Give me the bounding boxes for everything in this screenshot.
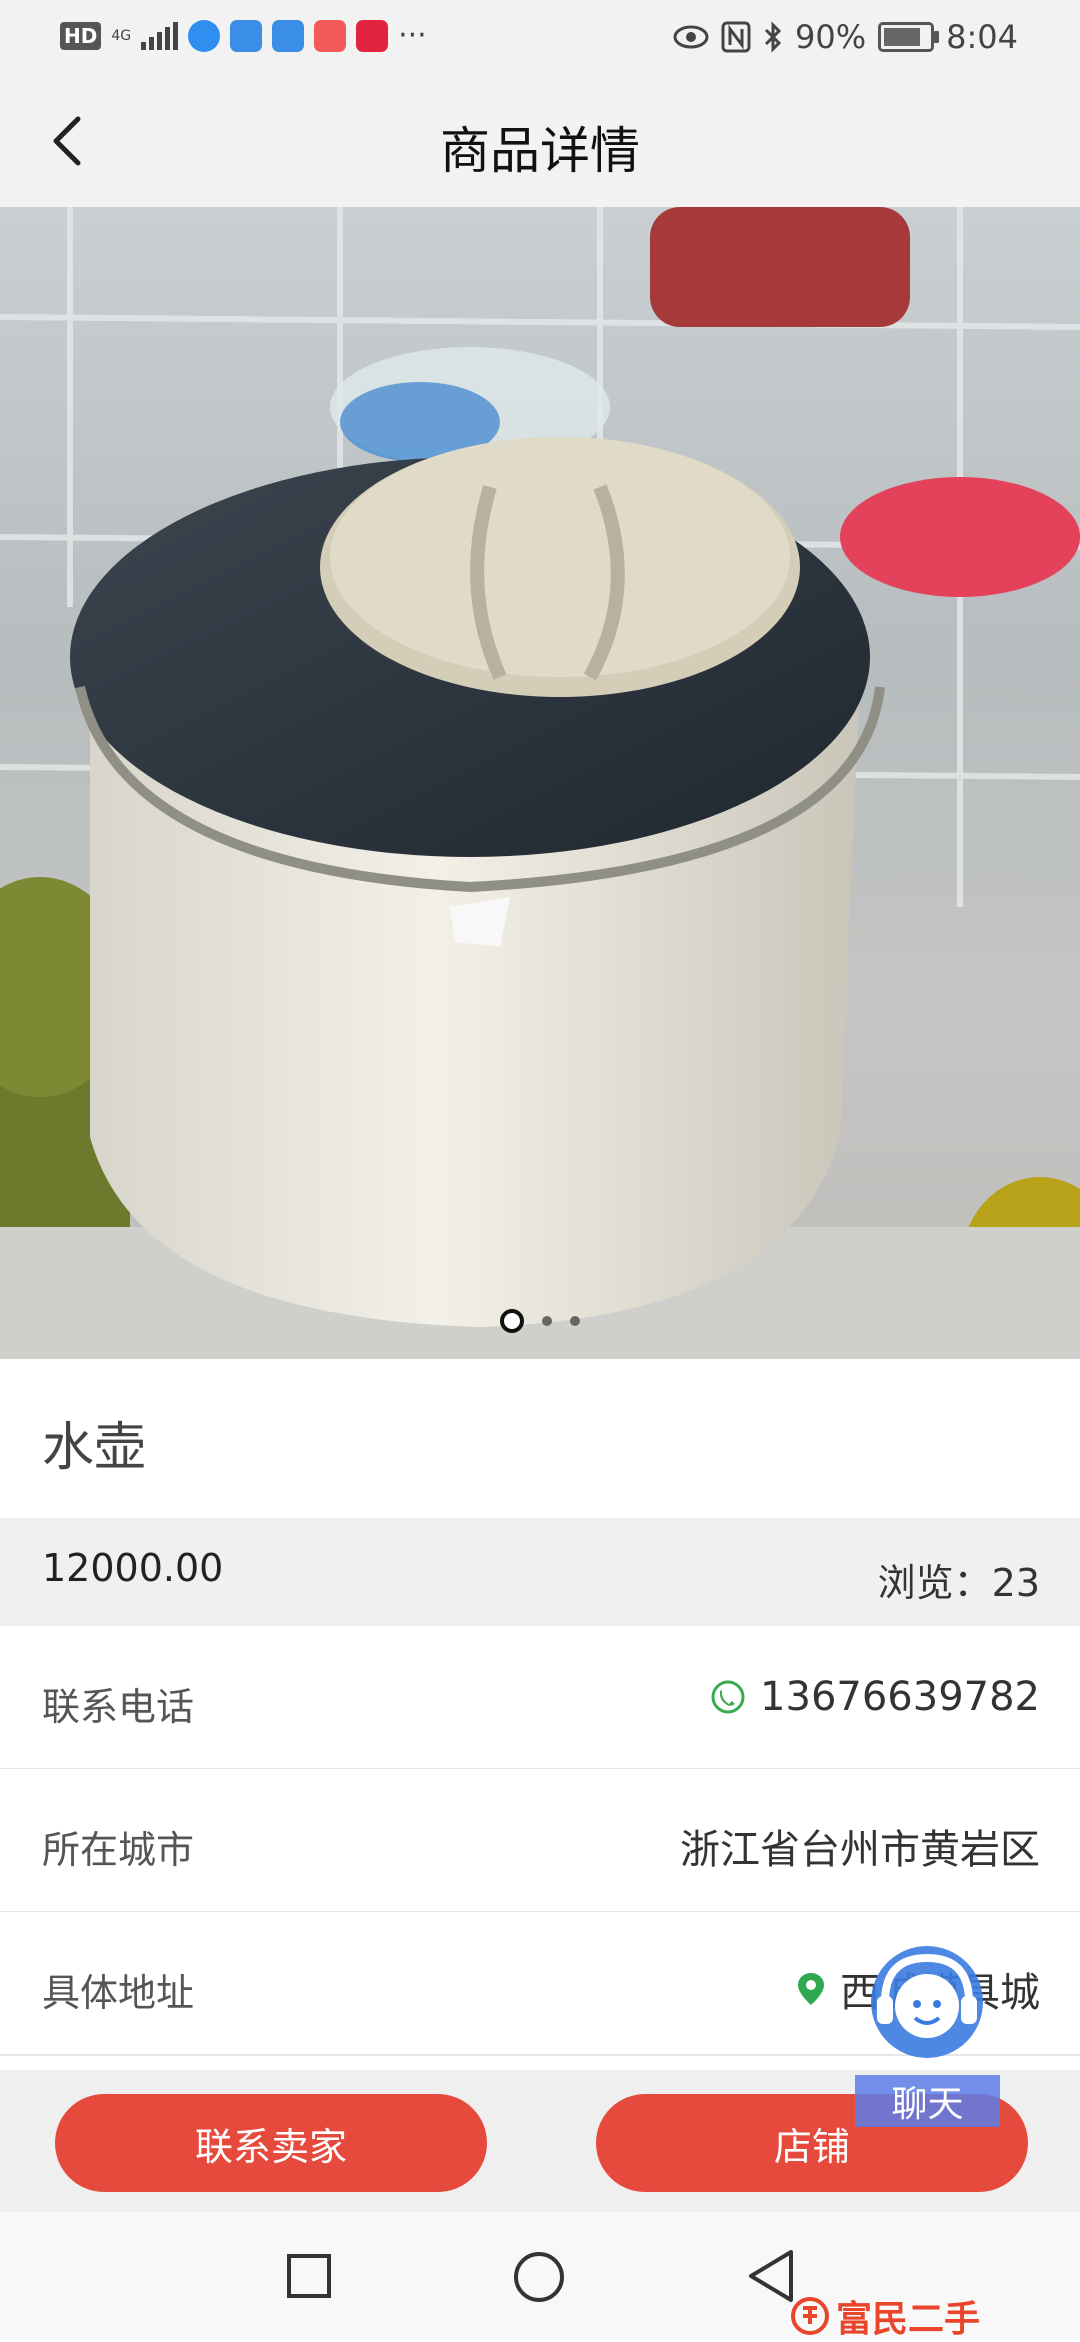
signal-icon <box>141 21 179 50</box>
weibo-icon <box>230 19 263 52</box>
product-image-carousel[interactable] <box>0 207 1080 1359</box>
home-button-icon[interactable] <box>512 2250 566 2304</box>
phone-icon <box>711 1680 745 1714</box>
weibo-icon <box>272 19 305 52</box>
detail-label: 所在城市 <box>42 1828 195 1872</box>
app-notification-icon <box>188 19 221 52</box>
eye-icon <box>673 25 709 49</box>
battery-percent: 90% <box>795 18 867 56</box>
product-name: 水壶 <box>42 1418 147 1478</box>
city-text: 浙江省台州市黄岩区 <box>680 1827 1040 1873</box>
contact-seller-button[interactable]: 联系卖家 <box>55 2094 487 2192</box>
top-app-bar: 商品详情 <box>0 75 1080 208</box>
carousel-dot-active <box>500 1309 524 1333</box>
more-notifications-icon: ··· <box>398 18 427 53</box>
detail-value: 浙江省台州市黄岩区 <box>680 1817 1040 1875</box>
product-photo <box>0 207 1080 1359</box>
detail-row-city: 所在城市 浙江省台州市黄岩区 <box>0 1769 1080 1913</box>
detail-label: 具体地址 <box>42 1971 195 2015</box>
carousel-indicator <box>0 1309 1080 1333</box>
status-right: 90% 8:04 <box>673 18 1018 56</box>
page-title: 商品详情 <box>440 122 640 180</box>
hd-badge: HD <box>60 21 102 50</box>
battery-icon <box>878 22 940 52</box>
recents-button-icon[interactable] <box>285 2252 333 2300</box>
product-price: 12000.00 <box>42 1546 224 1590</box>
carousel-dot <box>542 1316 552 1326</box>
chat-floating-button[interactable]: 聊天 <box>855 1940 1000 2130</box>
customer-service-icon <box>871 1946 983 2058</box>
network-label: 4G <box>111 27 132 44</box>
message-icon <box>314 19 347 52</box>
phone-number[interactable]: 13676639782 <box>760 1674 1040 1720</box>
status-bar: HD 4G ··· 90% 8:04 <box>0 0 1080 75</box>
watermark-text: 富民二手 <box>836 2299 981 2340</box>
clock: 8:04 <box>946 18 1018 56</box>
carousel-dot <box>570 1316 580 1326</box>
status-left: HD 4G ··· <box>60 18 427 53</box>
view-count: 浏览：23 <box>877 1561 1040 1605</box>
app-watermark: 富民二手 <box>790 2290 980 2342</box>
location-pin-icon <box>798 1973 824 2005</box>
detail-label: 联系电话 <box>42 1685 195 1729</box>
shopping-icon <box>356 19 389 52</box>
detail-row-phone[interactable]: 联系电话 13676639782 <box>0 1626 1080 1770</box>
nfc-icon <box>721 21 751 53</box>
detail-value[interactable]: 13676639782 <box>710 1674 1040 1720</box>
bluetooth-icon <box>764 21 782 53</box>
chat-label[interactable]: 聊天 <box>855 2075 1000 2127</box>
price-band: 12000.00 浏览：23 <box>0 1518 1080 1626</box>
brand-logo-icon <box>791 2297 829 2335</box>
